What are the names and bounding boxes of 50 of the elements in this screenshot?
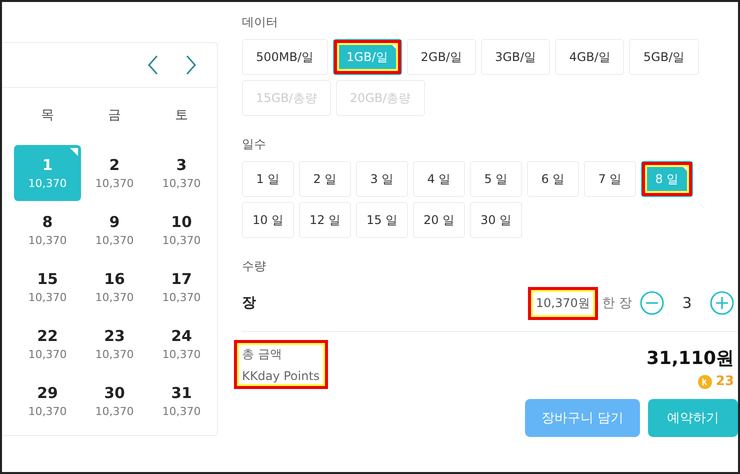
option-button[interactable]: 4 일	[413, 161, 465, 197]
total-amount: 31,110원	[646, 347, 734, 370]
points-label: KKday Points	[242, 369, 320, 383]
weekday-label: 토	[174, 107, 189, 125]
option-button[interactable]: 2 일	[299, 161, 351, 197]
weekday-label: 금	[107, 107, 122, 125]
total-label: 총 금액	[242, 346, 283, 363]
calendar-day[interactable]: 29 10,370	[14, 373, 81, 429]
section-label: 일수	[242, 136, 267, 153]
option-button[interactable]: 5GB/일	[629, 39, 699, 75]
option-button[interactable]: 30 일	[470, 202, 522, 238]
per-label: 한 장	[602, 295, 632, 312]
calendar-day[interactable]: 10 10,370	[148, 202, 215, 258]
unit-price: 10,370원	[528, 286, 598, 320]
option-button[interactable]: 4GB/일	[555, 39, 624, 75]
calendar-day[interactable]: 23 10,370	[81, 316, 148, 372]
calendar-day[interactable]: 16 10,370	[81, 259, 148, 315]
option-button[interactable]: 3 일	[356, 161, 408, 197]
option-button[interactable]: 10 일	[242, 202, 294, 238]
unit-label: 장	[242, 294, 257, 312]
section-label: 수량	[242, 258, 267, 275]
option-button[interactable]: 15 일	[356, 202, 408, 238]
option-button[interactable]: 2GB/일	[406, 39, 476, 75]
plus-icon[interactable]	[710, 291, 734, 315]
section-label: 데이터	[242, 14, 279, 31]
weekday-label: 목	[40, 107, 55, 125]
calendar-day[interactable]: 2 10,370	[81, 145, 148, 201]
calendar-day[interactable]: 9 10,370	[81, 202, 148, 258]
option-button[interactable]: 3GB/일	[480, 39, 550, 75]
minus-icon[interactable]	[640, 291, 664, 315]
calendar-day[interactable]: 3 10,370	[148, 145, 215, 201]
option-button[interactable]: 12 일	[299, 202, 351, 238]
option-button[interactable]: 500MB/일	[242, 39, 328, 75]
option-button[interactable]: 20 일	[413, 202, 465, 238]
points-value: 23	[716, 374, 734, 389]
calendar-day[interactable]: 15 10,370	[14, 259, 81, 315]
calendar-day[interactable]: 24 10,370	[148, 316, 215, 372]
option-button[interactable]: 5 일	[470, 161, 522, 197]
calendar-day[interactable]: 17 10,370	[148, 259, 215, 315]
calendar-day[interactable]: 30 10,370	[81, 373, 148, 429]
option-button[interactable]: 1 일	[242, 161, 294, 197]
coin-icon	[698, 374, 712, 388]
calendar-day[interactable]: 8 10,370	[14, 202, 81, 258]
next-icon[interactable]	[185, 55, 197, 75]
calendar-day[interactable]: 22 10,370	[14, 316, 81, 372]
calendar-day[interactable]: 31 10,370	[148, 373, 215, 429]
quantity-value: 3	[681, 294, 693, 312]
option-button[interactable]: 7 일	[584, 161, 636, 197]
previous-icon[interactable]	[147, 55, 159, 75]
option-button[interactable]: 6 일	[527, 161, 579, 197]
